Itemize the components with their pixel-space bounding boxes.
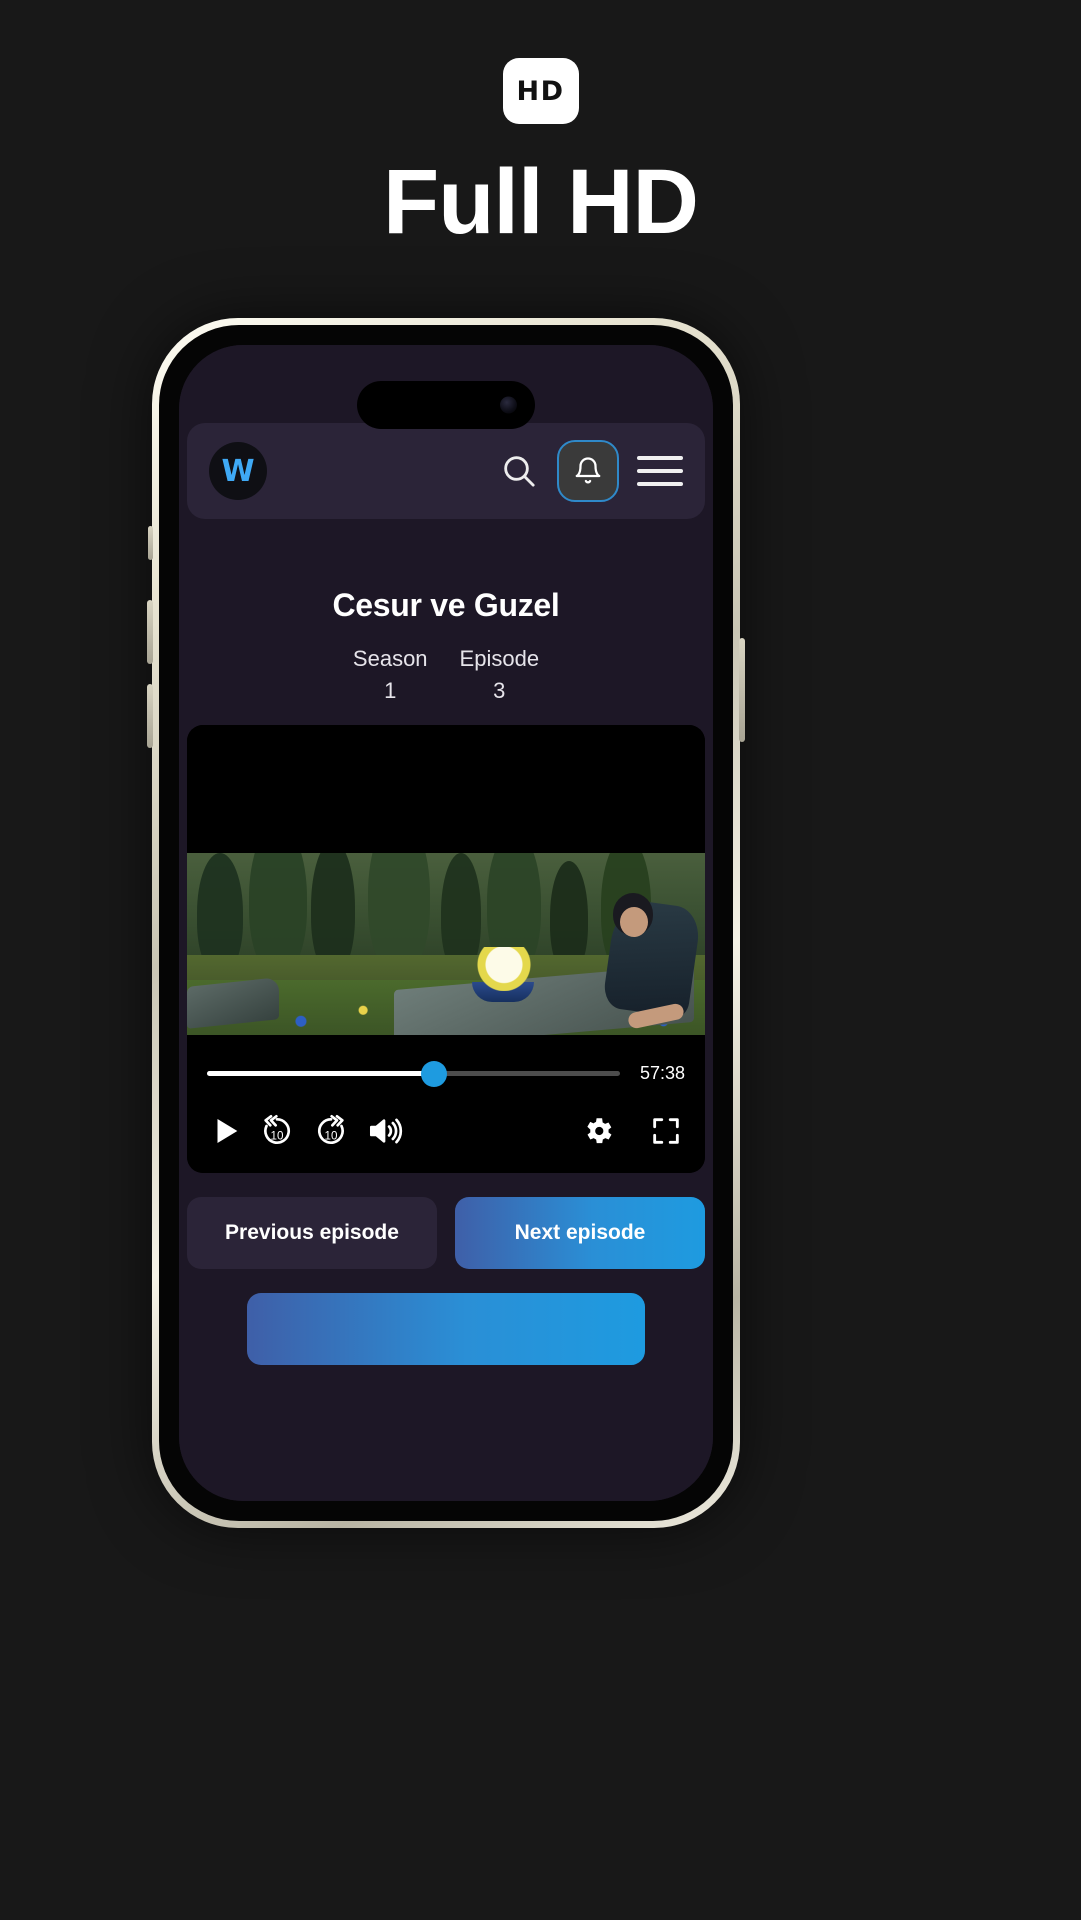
phone-volume-down-button [147,684,153,748]
front-camera-icon [500,396,517,414]
scene-person-face [620,906,649,937]
hamburger-line [637,469,683,473]
progress-bar[interactable] [207,1060,620,1087]
forward-10-button[interactable]: 10 [311,1111,351,1151]
season-label: Season [352,646,428,671]
svg-text:10: 10 [271,1130,284,1143]
player-buttons-right [581,1114,683,1148]
bell-icon [575,457,601,484]
volume-icon [369,1118,403,1144]
next-episode-button[interactable]: Next episode [455,1197,705,1269]
video-player[interactable]: 57:38 10 10 [187,725,705,1173]
season-block: Season 1 [353,645,428,704]
player-buttons-row: 10 10 [187,1111,705,1151]
scene-bouquet [466,947,541,992]
phone-volume-up-button [147,600,153,664]
svg-text:10: 10 [325,1130,338,1143]
progress-fill [207,1071,435,1076]
rewind-10-icon: 10 [264,1115,291,1144]
previous-episode-button[interactable]: Previous episode [187,1197,437,1269]
video-frame [187,853,705,1035]
episode-label: Episode [459,646,540,671]
navbar-actions [499,440,683,502]
rewind-10-button[interactable]: 10 [257,1111,297,1151]
episode-nav-row: Previous episode Next episode [187,1197,705,1269]
gear-icon [587,1118,612,1144]
hamburger-line [637,456,683,460]
phone-bezel: W Cesur ve Guzel Season 1 Episode 3 57:3… [159,325,733,1521]
phone-frame: W Cesur ve Guzel Season 1 Episode 3 57:3… [147,318,745,1528]
progress-row: 57:38 [187,1060,705,1087]
phone-mockup: W Cesur ve Guzel Season 1 Episode 3 57:3… [147,318,745,1528]
notifications-button[interactable] [557,440,619,502]
hamburger-menu-button[interactable] [637,456,683,486]
season-episode-row: Season 1 Episode 3 [179,645,713,704]
episode-value: 3 [493,677,506,703]
promo-headline: Full HD [383,151,699,253]
hd-badge-icon: HD [502,58,579,124]
app-logo-letter: W [221,453,255,489]
fullscreen-button[interactable] [649,1114,683,1148]
player-buttons-left: 10 10 [209,1111,403,1151]
episode-block: Episode 3 [460,645,540,704]
phone-power-button [739,638,745,742]
progress-thumb[interactable] [421,1060,448,1087]
show-title: Cesur ve Guzel [332,587,560,623]
hd-badge-label: HD [516,75,565,107]
streaming-app: W Cesur ve Guzel Season 1 Episode 3 57:3… [179,345,713,1501]
hamburger-line [637,482,683,486]
phone-silent-switch [148,526,153,560]
phone-screen: W Cesur ve Guzel Season 1 Episode 3 57:3… [179,345,713,1501]
bottom-cta-button[interactable] [247,1293,645,1365]
dynamic-island [357,381,535,429]
player-controls: 57:38 10 10 [187,1035,705,1173]
forward-10-icon: 10 [317,1115,344,1144]
promo-header: HD Full HD [0,0,1081,251]
settings-button[interactable] [581,1114,615,1148]
play-button[interactable] [209,1114,243,1148]
play-icon [217,1118,238,1144]
season-value: 1 [384,677,397,703]
search-button[interactable] [499,451,539,491]
promo-screenshot: HD Full HD W Cesur ve Guzel Season 1 Epi… [0,0,1081,1920]
volume-button[interactable] [365,1112,403,1150]
app-logo[interactable]: W [209,442,267,500]
fullscreen-icon [653,1118,679,1144]
app-navbar: W [187,423,705,519]
search-icon [504,456,535,487]
video-letterbox [187,725,705,853]
current-time-label: 57:38 [639,1063,685,1083]
